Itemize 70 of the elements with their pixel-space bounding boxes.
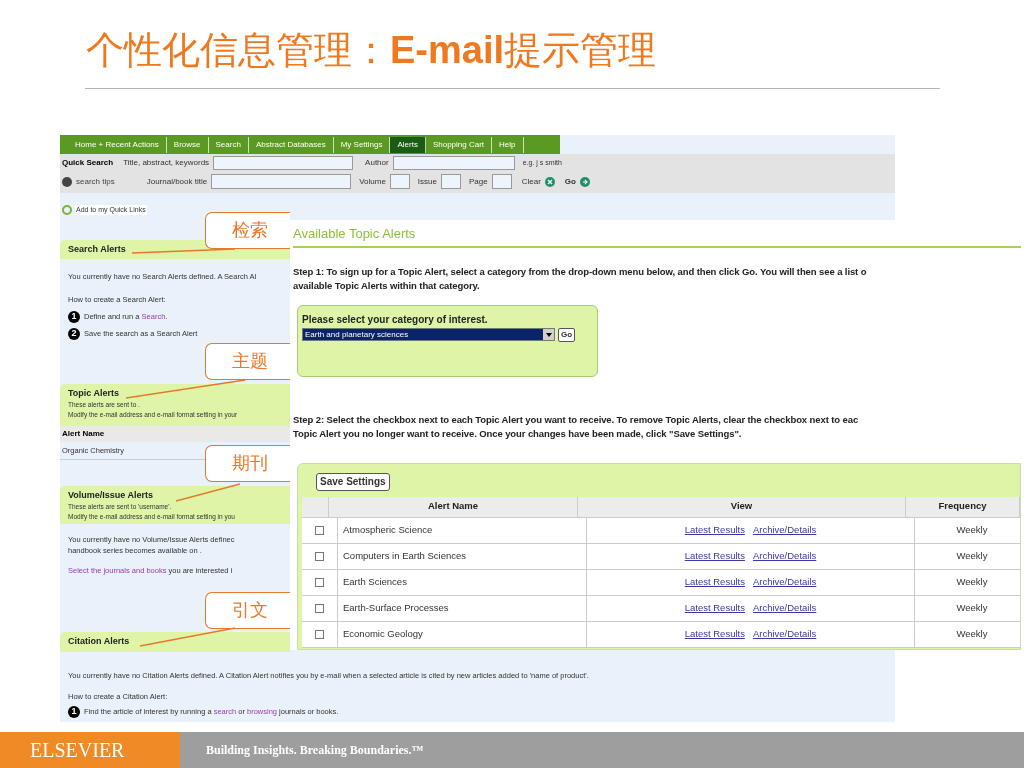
checkbox[interactable] (315, 577, 324, 587)
checkbox[interactable] (315, 603, 324, 613)
table-cell: Earth Sciences (338, 569, 587, 595)
column-header: Frequency (906, 496, 1020, 517)
clear-button[interactable]: Clear (521, 175, 541, 188)
step-number: 1 (68, 310, 80, 323)
callout: 期刊 (205, 445, 290, 482)
go-button[interactable]: Go (558, 327, 576, 342)
link[interactable]: Latest Results (684, 522, 745, 538)
step-number: 1 (68, 705, 80, 718)
brand-logo: ELSEVIER (0, 732, 180, 768)
field-label: Author (365, 157, 389, 169)
callout: 引文 (205, 592, 290, 629)
step-text: Step 1: To sign up for a Topic Alert, select a category from the drop-down menu below, and then click Go. You will then see a list o available Topic Alerts within that category. (293, 264, 868, 293)
link[interactable]: Latest Results (684, 548, 745, 564)
save-settings-button[interactable]: Save Settings (316, 472, 390, 491)
table-cell: Computers in Earth Sciences (338, 543, 587, 569)
field-label: Title, abstract, keywords (123, 157, 210, 169)
slide-title: 个性化信息管理：E-mail提示管理 (86, 28, 658, 73)
table-cell-text: Weekly (955, 600, 989, 615)
link[interactable]: Archive/Details (752, 548, 817, 564)
link[interactable]: Archive/Details (752, 626, 817, 642)
volume-field[interactable] (389, 174, 410, 189)
field-label: Journal/book title (146, 175, 208, 188)
section-title: Topic Alerts (68, 386, 119, 400)
link[interactable]: Latest Results (684, 600, 745, 616)
field-label: Volume (359, 175, 386, 188)
table-cell-text: Weekly (955, 548, 989, 563)
section-title: Citation Alerts (68, 634, 130, 648)
table-cell-text: Weekly (955, 574, 989, 589)
category-dropdown[interactable]: Earth and planetary sciences (302, 328, 555, 341)
field-label: Issue (417, 175, 437, 188)
callout: 检索 (205, 212, 290, 249)
caret-icon (543, 329, 554, 340)
link[interactable]: Latest Results (684, 574, 745, 590)
author-field[interactable] (392, 156, 515, 170)
panel-title: Available Topic Alerts (293, 220, 1021, 248)
leader-line (175, 483, 241, 502)
column-header: Alert Name (329, 496, 578, 517)
link[interactable]: Archive/Details (752, 600, 817, 616)
link[interactable]: Latest Results (684, 626, 745, 642)
go-button[interactable]: Go (564, 175, 576, 188)
quick-search-label: Quick Search (62, 157, 114, 169)
column-header: View (578, 496, 906, 517)
checkbox[interactable] (315, 525, 324, 535)
close-icon[interactable] (544, 176, 555, 187)
table-cell: Atmospheric Science (338, 517, 587, 543)
table-cell: Earth-Surface Processes (338, 595, 587, 621)
issue-field[interactable] (441, 174, 461, 189)
link[interactable]: search tips (76, 175, 115, 188)
link[interactable]: Archive/Details (752, 522, 817, 538)
tagline: Building Insights. Breaking Boundaries.™ (180, 732, 1024, 768)
page-field[interactable] (491, 174, 512, 189)
keywords-field[interactable] (213, 156, 354, 170)
arrow-icon[interactable] (579, 176, 590, 187)
field-label: Please select your category of interest. (302, 312, 489, 327)
section-title: Volume/Issue Alerts (68, 488, 154, 502)
section-title: Search Alerts (68, 243, 126, 256)
link[interactable]: Archive/Details (752, 574, 817, 590)
table-cell: Economic Geology (338, 621, 587, 647)
journal-field[interactable] (211, 174, 352, 189)
callout: 主题 (205, 343, 290, 380)
nav-tab[interactable]: Alerts (390, 137, 426, 153)
step-number: 2 (68, 327, 80, 340)
table-cell-text: Weekly (955, 626, 989, 641)
field-label: Page (469, 175, 488, 188)
step-text: Step 2: Select the checkbox next to each Topic Alert you want to receive. To remove Topic Alerts, clear the checkbox next to eac Topic Alert you no longer want to receive. Once your changes have been made, click "Save Settings". (293, 412, 860, 441)
checkbox[interactable] (315, 551, 324, 561)
checkbox[interactable] (315, 629, 324, 639)
table-cell-text: Weekly (955, 522, 989, 537)
